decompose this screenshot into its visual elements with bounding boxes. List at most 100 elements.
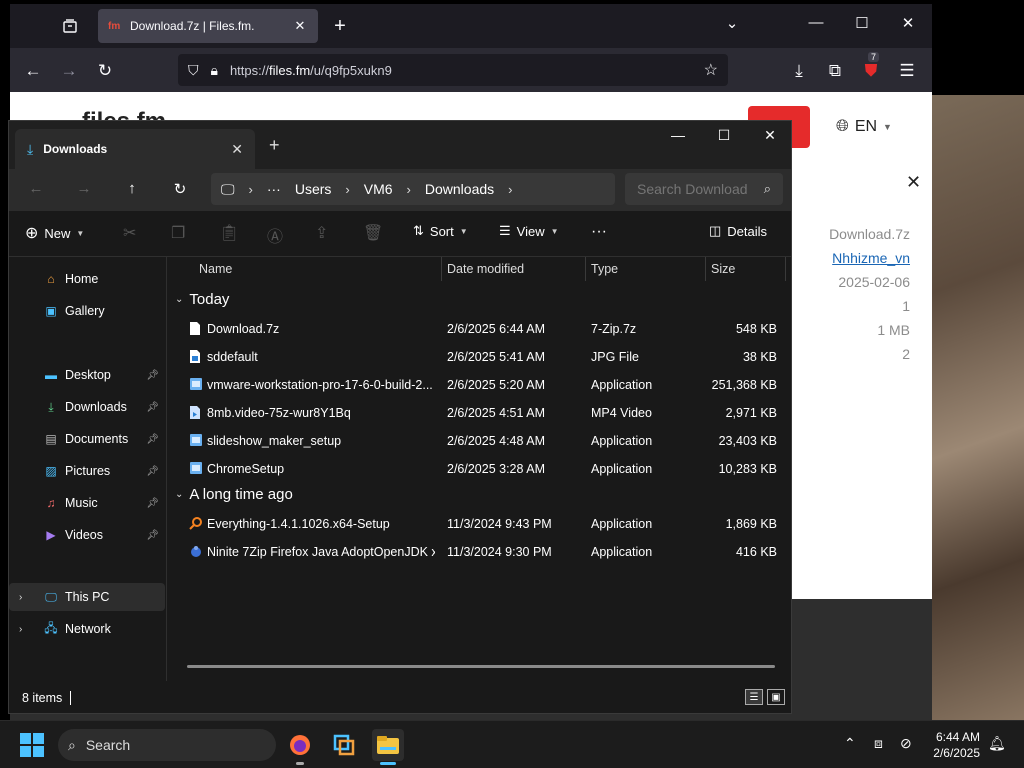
nav-item-network[interactable]: › 🖧︎ Network bbox=[9, 615, 165, 643]
nav-item-downloads[interactable]: ⤓ Downloads 📌︎ bbox=[9, 393, 165, 421]
file-row[interactable]: Ninite 7Zip Firefox Java AdoptOpenJDK x.… bbox=[189, 538, 789, 566]
file-row[interactable]: Download.7z 2/6/2025 6:44 AM 7-Zip.7z 548 K… bbox=[189, 315, 789, 343]
close-window-icon[interactable]: ✕ bbox=[755, 127, 785, 144]
column-header-date[interactable]: Date modified bbox=[447, 257, 524, 281]
pin-icon[interactable]: 📌︎ bbox=[146, 370, 159, 381]
maximize-icon[interactable]: ☐ bbox=[709, 127, 739, 144]
lock-icon[interactable]: 🔒︎ bbox=[211, 62, 218, 79]
taskbar-search[interactable]: ⌕ Search bbox=[58, 729, 276, 761]
horizontal-scrollbar[interactable] bbox=[187, 665, 775, 668]
nav-item-pictures[interactable]: ▨ Pictures 📌︎ bbox=[9, 457, 165, 485]
back-icon[interactable]: ← bbox=[20, 58, 46, 84]
computer-icon[interactable]: 🖵︎ bbox=[221, 181, 235, 198]
notification-bell-icon[interactable]: 🔔︎ bbox=[988, 735, 1006, 752]
nav-item-gallery[interactable]: ▣ Gallery bbox=[9, 297, 165, 325]
close-tab-icon[interactable]: ✕ bbox=[231, 141, 243, 158]
file-row[interactable]: vmware-workstation-pro-17-6-0-build-2...… bbox=[189, 371, 789, 399]
forward-icon[interactable]: → bbox=[73, 180, 95, 197]
downloads-icon[interactable]: ⤓ bbox=[786, 58, 812, 84]
rename-icon[interactable]: Ⓐ bbox=[267, 223, 283, 247]
sort-button[interactable]: ⇅ Sort ▼ bbox=[413, 223, 468, 239]
chevron-right-icon[interactable]: › bbox=[19, 592, 22, 603]
menu-icon[interactable]: ☰ bbox=[894, 58, 920, 84]
column-header-size[interactable]: Size bbox=[711, 257, 735, 281]
chevron-right-icon[interactable]: › bbox=[19, 624, 22, 635]
language-selector[interactable]: 🌐︎ EN ▼ bbox=[836, 118, 892, 136]
forward-icon[interactable]: → bbox=[56, 58, 82, 84]
details-button[interactable]: ◫ Details bbox=[709, 223, 767, 239]
minimize-icon[interactable]: — bbox=[663, 127, 693, 143]
breadcrumb-users[interactable]: Users bbox=[295, 181, 332, 197]
new-button[interactable]: ⊕ New ▼ bbox=[25, 223, 84, 243]
windows-start-icon[interactable] bbox=[20, 733, 44, 757]
address-bar[interactable]: ⛉ 🔒︎ https://files.fm/u/q9fp5xukn9 ☆ bbox=[178, 54, 728, 86]
shield-icon[interactable]: ⛉ bbox=[188, 62, 199, 79]
chevron-right-icon[interactable]: › bbox=[508, 182, 512, 197]
browser-tab-active[interactable]: fm Download.7z | Files.fm. ✕ bbox=[98, 9, 318, 43]
close-panel-icon[interactable]: ✕ bbox=[906, 172, 921, 193]
pin-icon[interactable]: 📌︎ bbox=[146, 466, 159, 477]
file-row[interactable]: ChromeSetup 2/6/2025 3:28 AM Application 10… bbox=[189, 455, 789, 483]
overflow-icon[interactable]: ··· bbox=[267, 181, 281, 197]
network-status-icon[interactable]: ⧈ bbox=[874, 735, 883, 752]
column-divider[interactable] bbox=[705, 257, 706, 281]
new-tab-icon[interactable]: + bbox=[269, 135, 280, 156]
chevron-up-icon[interactable]: ⌃ bbox=[844, 735, 856, 752]
explorer-tab-downloads[interactable]: ⤓ Downloads ✕ bbox=[15, 129, 255, 169]
new-tab-icon[interactable]: + bbox=[328, 14, 352, 38]
nav-item-this-pc[interactable]: › 🖵︎ This PC bbox=[9, 583, 165, 611]
group-header-today[interactable]: ⌄ Today bbox=[175, 291, 229, 308]
url-text[interactable]: https://files.fm/u/q9fp5xukn9 bbox=[230, 63, 392, 78]
pin-icon[interactable]: 📌︎ bbox=[146, 530, 159, 541]
more-options-icon[interactable]: ··· bbox=[591, 223, 607, 241]
file-row[interactable]: 8mb.video-75z-wur8Y1Bq 2/6/2025 4:51 AM MP… bbox=[189, 399, 789, 427]
pin-icon[interactable]: 📌︎ bbox=[146, 402, 159, 413]
file-row[interactable]: sddefault 2/6/2025 5:41 AM JPG File 38 KB bbox=[189, 343, 789, 371]
details-view-icon[interactable]: ☰ bbox=[745, 689, 763, 705]
copy-icon[interactable]: ❐ bbox=[171, 223, 185, 243]
volume-mute-icon[interactable]: ⊘ bbox=[900, 735, 912, 752]
search-box[interactable]: ⌕ bbox=[625, 173, 783, 205]
group-header-long-ago[interactable]: ⌄ A long time ago bbox=[175, 486, 293, 503]
pin-icon[interactable]: 📌︎ bbox=[146, 434, 159, 445]
list-all-tabs-icon[interactable]: ⌄ bbox=[720, 14, 744, 32]
nav-item-desktop[interactable]: ▬ Desktop 📌︎ bbox=[9, 361, 165, 389]
nav-item-music[interactable]: ♫ Music 📌︎ bbox=[9, 489, 165, 517]
breadcrumb[interactable]: 🖵︎ › ··· Users › VM6 › Downloads › bbox=[211, 173, 615, 205]
bookmark-star-icon[interactable]: ☆ bbox=[704, 60, 718, 80]
delete-icon[interactable]: 🗑︎ bbox=[363, 223, 383, 243]
nav-item-home[interactable]: ⌂ Home bbox=[9, 265, 165, 293]
file-row[interactable]: Everything-1.4.1.1026.x64-Setup 11/3/2024… bbox=[189, 510, 789, 538]
chevron-right-icon[interactable]: › bbox=[249, 182, 253, 197]
close-tab-icon[interactable]: ✕ bbox=[292, 18, 308, 34]
reload-icon[interactable]: ↻ bbox=[92, 58, 118, 84]
refresh-icon[interactable]: ↻ bbox=[169, 180, 191, 198]
breadcrumb-vm6[interactable]: VM6 bbox=[364, 181, 393, 197]
file-row[interactable]: slideshow_maker_setup 2/6/2025 4:48 AM App… bbox=[189, 427, 789, 455]
firefox-view-icon[interactable] bbox=[52, 8, 88, 44]
column-divider[interactable] bbox=[441, 257, 442, 281]
info-owner-link[interactable]: Nhhizme_vn bbox=[829, 246, 910, 270]
nav-item-videos[interactable]: ▶ Videos 📌︎ bbox=[9, 521, 165, 549]
pin-icon[interactable]: 📌︎ bbox=[146, 498, 159, 509]
file-explorer-taskbar-icon[interactable] bbox=[372, 729, 404, 765]
maximize-icon[interactable]: ☐ bbox=[850, 14, 874, 32]
column-header-name[interactable]: Name bbox=[199, 257, 232, 281]
back-icon[interactable]: ← bbox=[25, 180, 47, 197]
cut-icon[interactable]: ✂ bbox=[123, 223, 136, 243]
column-divider[interactable] bbox=[585, 257, 586, 281]
extensions-icon[interactable]: ⧉ bbox=[822, 58, 848, 84]
column-header-type[interactable]: Type bbox=[591, 257, 618, 281]
search-input[interactable] bbox=[637, 181, 747, 197]
search-icon[interactable]: ⌕ bbox=[764, 181, 771, 197]
close-window-icon[interactable]: ✕ bbox=[896, 14, 920, 32]
share-icon[interactable]: ⇪ bbox=[315, 223, 328, 243]
view-button[interactable]: ☰ View ▼ bbox=[499, 223, 559, 239]
breadcrumb-downloads[interactable]: Downloads bbox=[425, 181, 494, 197]
minimize-icon[interactable]: — bbox=[804, 14, 828, 31]
chevron-right-icon[interactable]: › bbox=[407, 182, 411, 197]
firefox-taskbar-icon[interactable] bbox=[284, 729, 316, 765]
nav-item-documents[interactable]: ▤ Documents 📌︎ bbox=[9, 425, 165, 453]
up-icon[interactable]: ↑ bbox=[121, 180, 143, 197]
vmware-taskbar-icon[interactable] bbox=[328, 729, 360, 761]
